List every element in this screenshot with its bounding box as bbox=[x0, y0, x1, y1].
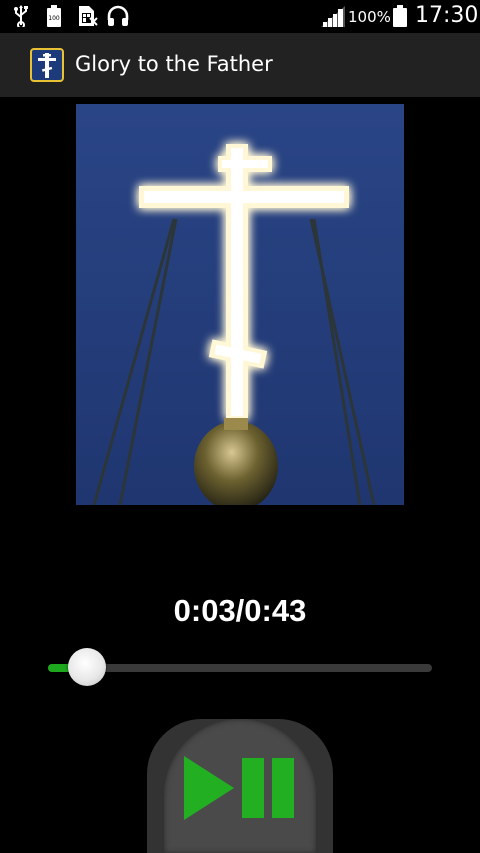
usb-icon bbox=[14, 5, 28, 27]
sim-card-icon bbox=[79, 6, 98, 26]
battery-saver-icon: 100 bbox=[47, 5, 61, 27]
seek-thumb[interactable] bbox=[67, 648, 106, 686]
orthodox-cross-image bbox=[76, 104, 404, 505]
signal-icon bbox=[321, 6, 345, 27]
play-pause-icon[interactable] bbox=[180, 752, 298, 824]
status-bar: 100 100% 17:30 bbox=[0, 0, 480, 33]
battery-percent: 100% bbox=[348, 8, 391, 26]
orthodox-cross-app-icon[interactable] bbox=[30, 48, 64, 82]
time-readout: 0:03/0:43 bbox=[173, 593, 307, 628]
battery-icon bbox=[393, 5, 407, 27]
svg-text:100: 100 bbox=[48, 15, 60, 22]
headphones-icon bbox=[107, 5, 129, 26]
seek-bar[interactable] bbox=[48, 648, 432, 686]
app-title: Glory to the Father bbox=[75, 52, 273, 76]
clock: 17:30 bbox=[415, 3, 479, 28]
